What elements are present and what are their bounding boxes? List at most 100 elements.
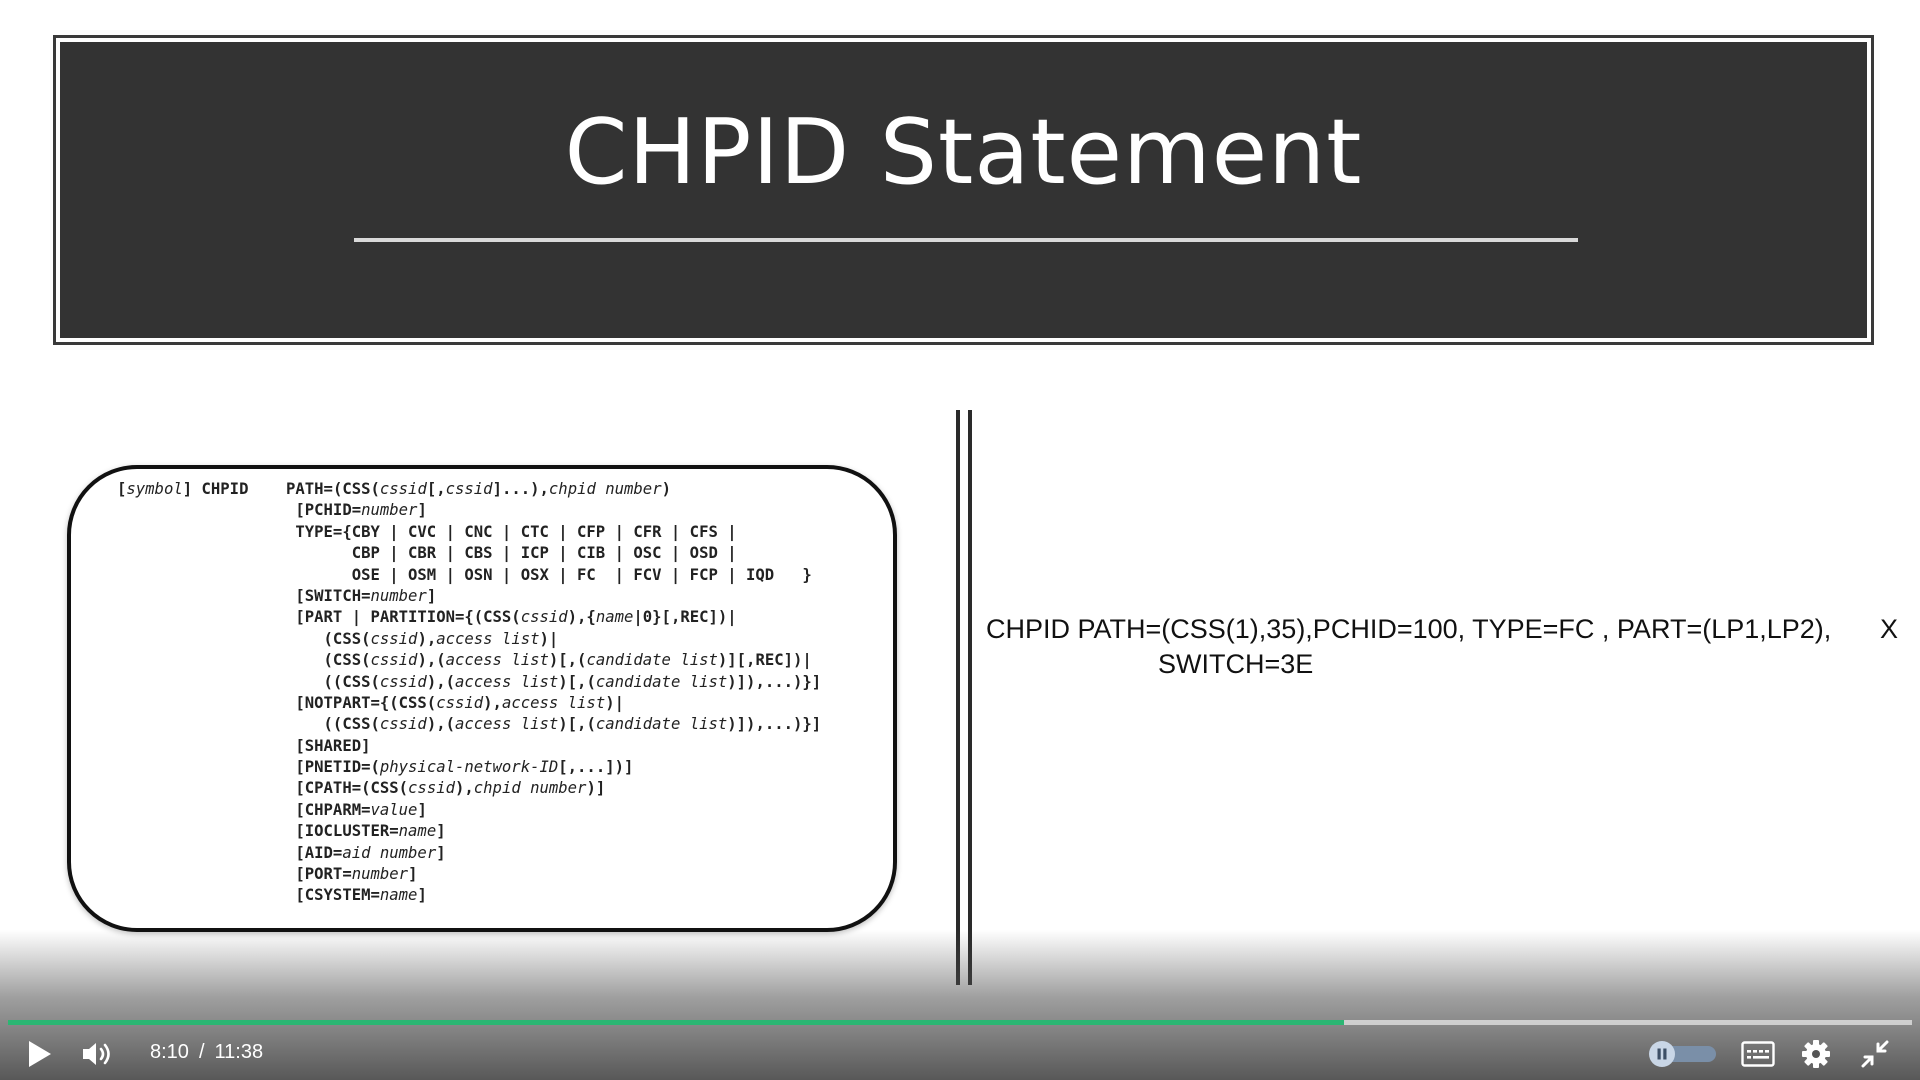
syntax-placeholder: access list [455, 715, 559, 734]
syntax-keyword: )]),...)}] [727, 672, 822, 691]
syntax-placeholder: name [398, 822, 437, 841]
captions-icon [1741, 1041, 1775, 1067]
syntax-line: [PNETID=(physical-network-ID[,...])] [117, 757, 821, 778]
syntax-placeholder: cssid [370, 651, 418, 670]
syntax-line: [NOTPART={(CSS(cssid),access list)| [117, 693, 821, 714]
syntax-placeholder: cssid [445, 480, 493, 498]
syntax-keyword: [ [117, 480, 127, 498]
example-statement: CHPID PATH=(CSS(1),35),PCHID=100, TYPE=F… [986, 612, 1906, 682]
syntax-keyword: )]),...)}] [727, 715, 822, 734]
play-button[interactable] [20, 1036, 60, 1072]
slide-title: CHPID Statement [564, 100, 1363, 205]
player-controls-backdrop [0, 930, 1920, 1080]
time-separator: / [198, 1041, 205, 1063]
captions-button[interactable] [1738, 1038, 1778, 1070]
syntax-line: [PORT=number] [117, 864, 821, 885]
syntax-keyword: [SWITCH= [117, 586, 371, 605]
syntax-keyword: ), [455, 779, 474, 798]
syntax-line: TYPE={CBY | CVC | CNC | CTC | CFP | CFR … [117, 522, 821, 543]
syntax-keyword: [CHPARM= [117, 800, 371, 819]
pause-toggle-icon [1649, 1041, 1716, 1067]
syntax-placeholder: cssid [436, 693, 484, 712]
syntax-keyword: ]...), [492, 480, 549, 498]
syntax-keyword: [PCHID= [117, 501, 362, 520]
syntax-keyword: ] [417, 800, 427, 819]
syntax-line: ((CSS(cssid),(access list)[,(candidate l… [117, 672, 822, 693]
syntax-keyword: [AID= [117, 843, 343, 862]
syntax-keyword: ((CSS( [117, 715, 380, 734]
syntax-keyword: [SHARED] [117, 736, 371, 755]
title-underline [354, 238, 1578, 242]
syntax-keyword: )[,( [558, 715, 596, 734]
syntax-placeholder: cssid [379, 480, 427, 498]
syntax-placeholder: candidate list [595, 715, 728, 734]
syntax-keyword: CBP | CBR | CBS | ICP | CIB | OSC | OSD … [117, 544, 737, 563]
syntax-keyword: [PORT= [117, 865, 352, 884]
progress-bar[interactable] [8, 1020, 1912, 1025]
playback-toggle-switch[interactable] [1648, 1041, 1718, 1067]
syntax-keyword: ] [436, 822, 446, 841]
syntax-placeholder: cssid [379, 715, 427, 734]
syntax-keyword: ] [436, 843, 446, 862]
syntax-placeholder: candidate list [586, 651, 718, 670]
syntax-keyword: [PART | PARTITION={(CSS( [117, 608, 521, 627]
syntax-keyword: ((CSS( [117, 672, 380, 691]
syntax-keyword: ), [483, 693, 502, 712]
continuation-mark: X [1880, 614, 1899, 644]
syntax-placeholder: chpid number [473, 779, 587, 798]
syntax-placeholder: access list [445, 651, 549, 670]
syntax-line: [SWITCH=number] [117, 586, 821, 607]
syntax-keyword: )[,( [558, 672, 596, 691]
syntax-keyword: OSE | OSM | OSN | OSX | FC | FCV | FCP |… [117, 565, 812, 584]
syntax-line: [symbol] CHPID PATH=(CSS(cssid[,cssid]..… [117, 479, 821, 500]
duration: 11:38 [214, 1041, 264, 1063]
volume-icon [83, 1043, 110, 1065]
syntax-keyword: ) [661, 480, 671, 498]
syntax-placeholder: name [379, 886, 418, 905]
exit-fullscreen-button[interactable] [1855, 1036, 1895, 1072]
current-time: 8:10 [150, 1041, 189, 1063]
syntax-line: [AID=aid number] [117, 843, 821, 864]
example-line-2: SWITCH=3E [1158, 649, 1314, 679]
syntax-placeholder: access list [436, 629, 540, 648]
syntax-keyword: ),( [426, 672, 455, 691]
syntax-keyword: )[,( [548, 651, 587, 670]
volume-button[interactable] [76, 1036, 120, 1072]
syntax-keyword: ),( [417, 651, 446, 670]
syntax-placeholder: value [370, 800, 418, 819]
syntax-line: [CHPARM=value] [117, 800, 821, 821]
syntax-keyword: [, [426, 480, 446, 498]
syntax-line: [CSYSTEM=name] [117, 885, 821, 906]
settings-button[interactable] [1796, 1036, 1836, 1072]
syntax-placeholder: physical-network-ID [379, 758, 559, 777]
syntax-line: CBP | CBR | CBS | ICP | CIB | OSC | OSD … [117, 543, 821, 564]
syntax-keyword: (CSS( [117, 629, 371, 648]
syntax-keyword: (CSS( [117, 651, 371, 670]
syntax-keyword: ),( [426, 715, 455, 734]
syntax-line: (CSS(cssid),access list)| [117, 629, 821, 650]
syntax-line: OSE | OSM | OSN | OSX | FC | FCV | FCP |… [117, 565, 821, 586]
syntax-placeholder: cssid [520, 608, 568, 627]
syntax-keyword: [NOTPART={(CSS( [117, 693, 437, 712]
title-banner-inner: CHPID Statement [60, 42, 1867, 338]
syntax-placeholder: number [351, 865, 409, 884]
syntax-keyword: ] [408, 865, 418, 884]
example-line-1: CHPID PATH=(CSS(1),35),PCHID=100, TYPE=F… [986, 614, 1832, 644]
syntax-keyword: [,...])] [558, 758, 634, 777]
syntax-placeholder: symbol [126, 480, 183, 498]
syntax-keyword: [CSYSTEM= [117, 886, 380, 905]
time-display: 8:10 / 11:38 [150, 1041, 263, 1064]
syntax-line: [PCHID=number] [117, 500, 821, 521]
syntax-keyword: [CPATH=(CSS( [117, 779, 409, 798]
syntax-keyword: ),{ [567, 608, 596, 627]
syntax-placeholder: number [370, 586, 427, 605]
syntax-keyword: TYPE={CBY | CVC | CNC | CTC | CFP | CFR … [117, 522, 737, 541]
syntax-keyword: )| [539, 629, 559, 648]
syntax-box: [symbol] CHPID PATH=(CSS(cssid[,cssid]..… [67, 465, 897, 932]
progress-bar-played [8, 1020, 1345, 1025]
syntax-line: [CPATH=(CSS(cssid),chpid number)] [117, 778, 821, 799]
syntax-placeholder: access list [501, 693, 606, 712]
syntax-keyword: [IOCLUSTER= [117, 822, 399, 841]
syntax-keyword: [PNETID=( [117, 758, 380, 777]
syntax-keyword: ] [426, 586, 437, 605]
